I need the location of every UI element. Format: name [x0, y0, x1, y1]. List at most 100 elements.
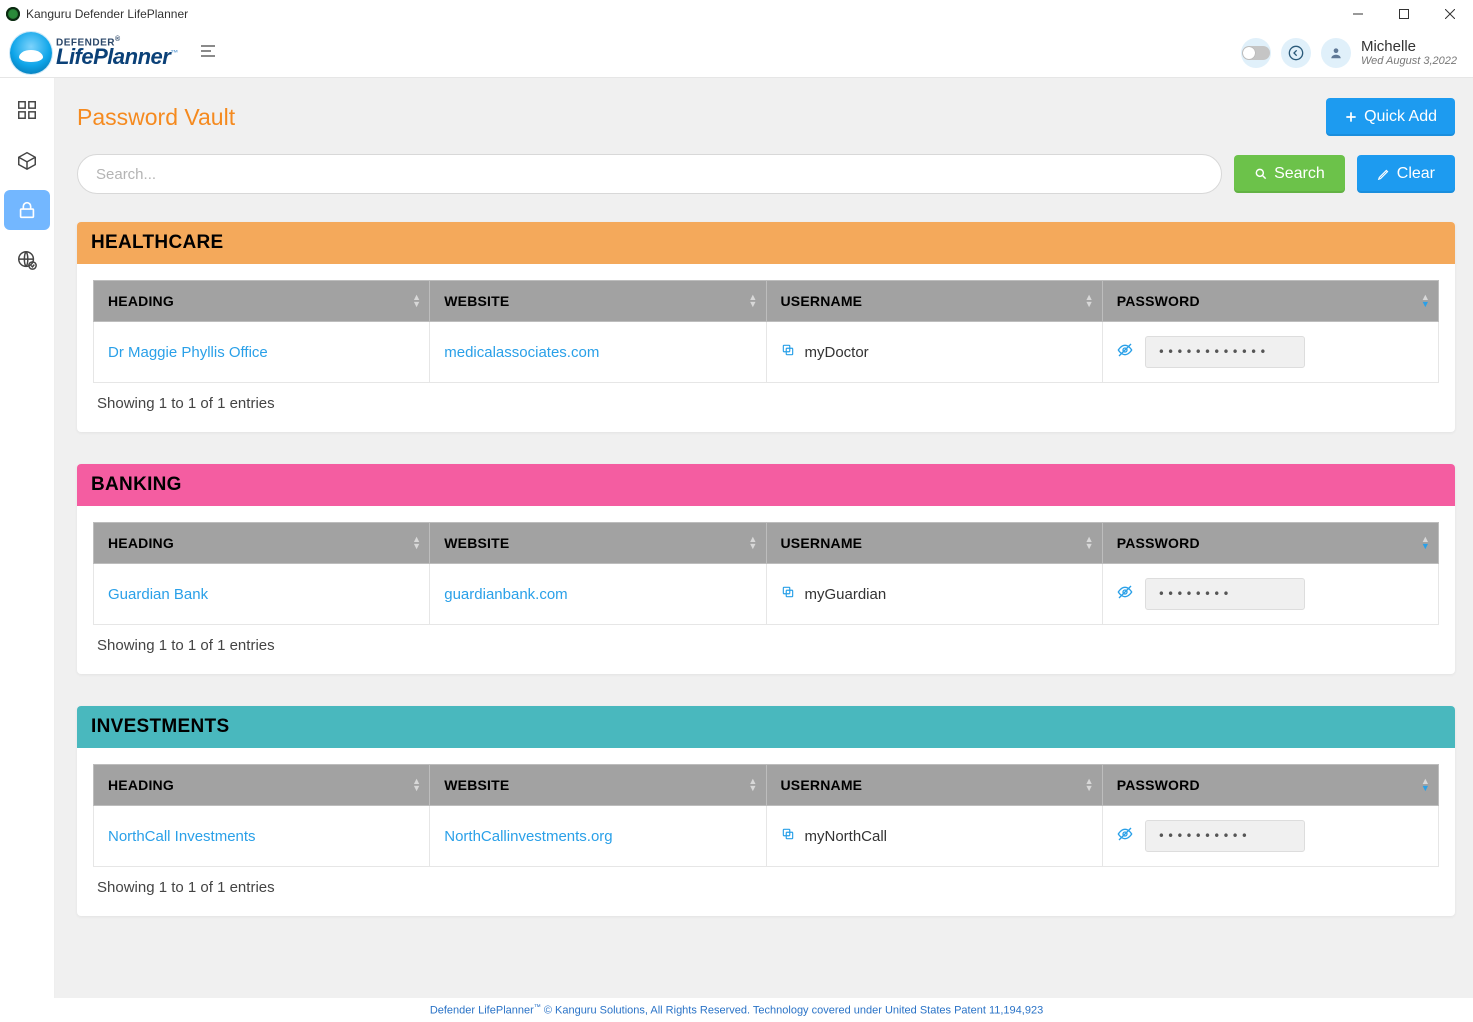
sidebar-item-password-vault[interactable]	[4, 190, 50, 230]
category-section: INVESTMENTS HEADING▲▼WEBSITE▲▼USERNAME▲▼P…	[77, 706, 1455, 916]
search-button[interactable]: Search	[1234, 155, 1345, 193]
sort-icon: ▲▼	[1085, 778, 1094, 792]
table-row: Dr Maggie Phyllis Office medicalassociate…	[94, 322, 1439, 383]
theme-toggle-button[interactable]	[1241, 38, 1271, 68]
category-header: INVESTMENTS	[77, 706, 1455, 748]
entry-website-link[interactable]: NorthCallinvestments.org	[444, 828, 612, 845]
back-button[interactable]	[1281, 38, 1311, 68]
user-icon	[1329, 46, 1343, 60]
column-header-password[interactable]: PASSWORD▲▼	[1102, 523, 1438, 564]
sort-icon: ▲▼	[412, 536, 421, 550]
sort-icon: ▲▼	[1085, 294, 1094, 308]
column-header-website[interactable]: WEBSITE▲▼	[430, 765, 766, 806]
window-titlebar: Kanguru Defender LifePlanner	[0, 0, 1473, 28]
copy-icon[interactable]	[781, 343, 795, 361]
sort-icon: ▲▼	[1421, 294, 1430, 308]
username-cell: myDoctor	[781, 343, 1088, 361]
entry-website-link[interactable]: medicalassociates.com	[444, 344, 599, 361]
sidebar-item-dashboard[interactable]	[4, 90, 50, 130]
logo-line1-sup: ®	[115, 36, 121, 43]
window-title: Kanguru Defender LifePlanner	[26, 7, 188, 21]
quick-add-button[interactable]: Quick Add	[1326, 98, 1455, 136]
search-icon	[1254, 167, 1268, 181]
footer-rest: © Kanguru Solutions, All Rights Reserved…	[541, 1004, 1043, 1016]
logo-line2: LifePlanner	[56, 44, 170, 69]
entries-info: Showing 1 to 1 of 1 entries	[93, 383, 1439, 416]
copy-icon[interactable]	[781, 585, 795, 603]
category-section: BANKING HEADING▲▼WEBSITE▲▼USERNAME▲▼PASSW…	[77, 464, 1455, 674]
entry-username: myDoctor	[805, 344, 869, 361]
column-header-password[interactable]: PASSWORD▲▼	[1102, 281, 1438, 322]
entries-table: HEADING▲▼WEBSITE▲▼USERNAME▲▼PASSWORD▲▼Dr…	[93, 280, 1439, 383]
password-cell: ••••••••••	[1117, 820, 1424, 852]
search-input[interactable]	[77, 154, 1222, 194]
column-header-password[interactable]: PASSWORD▲▼	[1102, 765, 1438, 806]
sort-icon: ▲▼	[1421, 536, 1430, 550]
column-header-website[interactable]: WEBSITE▲▼	[430, 523, 766, 564]
reveal-password-icon[interactable]	[1117, 826, 1133, 846]
reveal-password-icon[interactable]	[1117, 584, 1133, 604]
app-logo: DEFENDER® LifePlanner™	[6, 32, 178, 74]
column-header-username[interactable]: USERNAME▲▼	[766, 765, 1102, 806]
table-row: Guardian Bank guardianbank.com myGuardian •…	[94, 564, 1439, 625]
sort-icon: ▲▼	[748, 536, 757, 550]
entry-heading-link[interactable]: Guardian Bank	[108, 586, 208, 603]
entry-heading-link[interactable]: Dr Maggie Phyllis Office	[108, 344, 268, 361]
column-header-heading[interactable]: HEADING▲▼	[94, 281, 430, 322]
sort-icon: ▲▼	[748, 778, 757, 792]
toggle-icon	[1242, 46, 1270, 60]
logo-line2-sup: ™	[170, 49, 178, 58]
category-body: HEADING▲▼WEBSITE▲▼USERNAME▲▼PASSWORD▲▼No…	[77, 748, 1455, 916]
globe-check-icon	[16, 249, 38, 271]
table-row: NorthCall Investments NorthCallinvestment…	[94, 806, 1439, 867]
username-cell: myGuardian	[781, 585, 1088, 603]
sort-icon: ▲▼	[412, 294, 421, 308]
sidebar-item-inventory[interactable]	[4, 140, 50, 180]
column-header-username[interactable]: USERNAME▲▼	[766, 523, 1102, 564]
entries-info: Showing 1 to 1 of 1 entries	[93, 625, 1439, 658]
window-close-button[interactable]	[1427, 0, 1473, 28]
app-icon	[6, 7, 20, 21]
plus-icon	[1344, 110, 1358, 124]
footer-product: Defender LifePlanner	[430, 1004, 534, 1016]
window-minimize-button[interactable]	[1335, 0, 1381, 28]
sort-icon: ▲▼	[412, 778, 421, 792]
entry-website-link[interactable]: guardianbank.com	[444, 586, 567, 603]
column-header-username[interactable]: USERNAME▲▼	[766, 281, 1102, 322]
copy-icon[interactable]	[781, 827, 795, 845]
password-masked: ••••••••	[1145, 578, 1305, 610]
user-block[interactable]: Michelle Wed August 3,2022	[1321, 38, 1463, 68]
sidebar-item-web[interactable]	[4, 240, 50, 280]
entries-info: Showing 1 to 1 of 1 entries	[93, 867, 1439, 900]
password-cell: ••••••••	[1117, 578, 1424, 610]
entry-heading-link[interactable]: NorthCall Investments	[108, 828, 256, 845]
box-icon	[16, 149, 38, 171]
username-cell: myNorthCall	[781, 827, 1088, 845]
search-label: Search	[1274, 165, 1325, 183]
window-maximize-button[interactable]	[1381, 0, 1427, 28]
column-header-heading[interactable]: HEADING▲▼	[94, 765, 430, 806]
category-body: HEADING▲▼WEBSITE▲▼USERNAME▲▼PASSWORD▲▼Dr…	[77, 264, 1455, 432]
app-header: DEFENDER® LifePlanner™	[0, 28, 1473, 78]
user-date: Wed August 3,2022	[1361, 55, 1457, 67]
category-body: HEADING▲▼WEBSITE▲▼USERNAME▲▼PASSWORD▲▼Gu…	[77, 506, 1455, 674]
category-header: BANKING	[77, 464, 1455, 506]
column-header-heading[interactable]: HEADING▲▼	[94, 523, 430, 564]
category-header: HEALTHCARE	[77, 222, 1455, 264]
back-arrow-icon	[1288, 45, 1304, 61]
entries-table: HEADING▲▼WEBSITE▲▼USERNAME▲▼PASSWORD▲▼No…	[93, 764, 1439, 867]
password-masked: ••••••••••	[1145, 820, 1305, 852]
clear-button[interactable]: Clear	[1357, 155, 1455, 193]
sort-icon: ▲▼	[1421, 778, 1430, 792]
column-header-website[interactable]: WEBSITE▲▼	[430, 281, 766, 322]
content-area[interactable]: Password Vault Quick Add Search Clear HE…	[54, 78, 1473, 998]
menu-toggle-button[interactable]	[194, 40, 222, 65]
clear-label: Clear	[1397, 165, 1435, 183]
reveal-password-icon[interactable]	[1117, 342, 1133, 362]
grid-icon	[16, 99, 38, 121]
entries-table: HEADING▲▼WEBSITE▲▼USERNAME▲▼PASSWORD▲▼Gu…	[93, 522, 1439, 625]
password-cell: ••••••••••••	[1117, 336, 1424, 368]
sort-icon: ▲▼	[1085, 536, 1094, 550]
avatar	[1321, 38, 1351, 68]
sort-icon: ▲▼	[748, 294, 757, 308]
